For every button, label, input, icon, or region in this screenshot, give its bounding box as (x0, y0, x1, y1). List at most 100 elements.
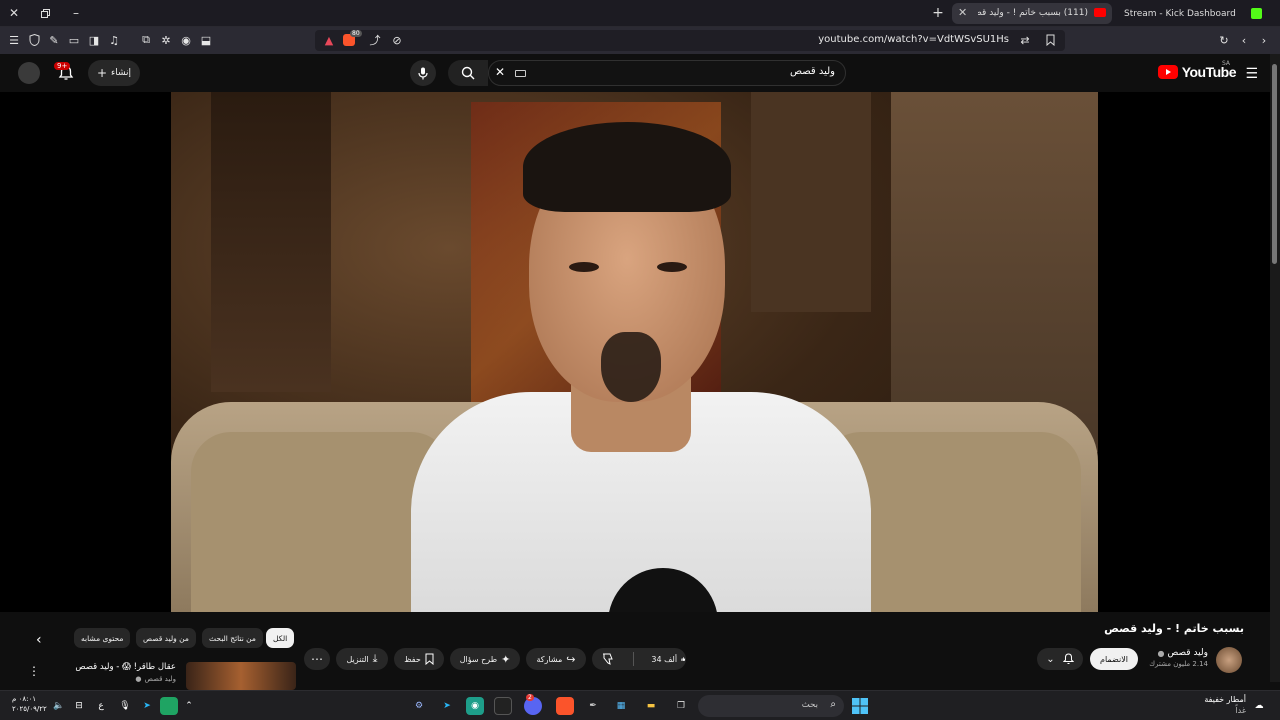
chip-all[interactable]: الكل (266, 628, 295, 648)
settings-icon[interactable]: ⚙ (410, 697, 428, 715)
like-icon[interactable] (681, 653, 686, 665)
more-options-icon[interactable]: ⋮ (28, 664, 40, 678)
extension-badge: 80 (350, 30, 362, 37)
minimize-window-icon[interactable]: – (66, 4, 86, 22)
no-translate-icon[interactable]: ⊘ (389, 32, 405, 48)
like-count[interactable]: 34 ألف (651, 655, 677, 664)
create-label: إنشاء (111, 68, 132, 78)
restore-window-icon[interactable] (35, 4, 55, 22)
weather-widget[interactable]: أمطار خفيفة غداً (1204, 694, 1246, 716)
telegram-tray-icon[interactable]: ➤ (138, 697, 156, 715)
sidebar-icon[interactable]: ◨ (86, 32, 102, 48)
subscription-bell-button[interactable]: ⌄ (1037, 648, 1083, 670)
url-text: youtube.com/watch?v=VdtWSvSU1Hs (818, 34, 1009, 45)
new-tab-button[interactable]: + (928, 4, 948, 22)
clear-search-icon[interactable]: ✕ (495, 65, 505, 79)
whatsapp-icon[interactable]: ◉ (466, 697, 484, 715)
ask-button[interactable]: طرح سؤال ✦ (450, 648, 520, 670)
close-window-icon[interactable]: ✕ (4, 4, 24, 22)
telegram-icon[interactable]: ➤ (438, 697, 456, 715)
youtube-logo[interactable]: YouTube (1157, 64, 1237, 80)
network-icon[interactable]: ⊟ (70, 697, 88, 715)
tune-icon[interactable]: ⇄ (1017, 32, 1033, 48)
pen-icon[interactable]: ✎ (46, 32, 62, 48)
back-icon[interactable]: ‹ (1236, 32, 1252, 48)
up-next-info[interactable]: عقال طاقر! 😱 - وليد قصص وليد قصص ● (75, 662, 176, 683)
address-bar[interactable]: ▲ 80 ⤴ ⊘ youtube.com/watch?v=VdtWSvSU1Hs… (315, 30, 1065, 51)
video-player[interactable] (0, 92, 1270, 612)
close-tab-icon[interactable]: ✕ (958, 6, 967, 19)
brave-rewards-icon[interactable]: ▲ (321, 32, 337, 48)
scrollbar-thumb[interactable] (1272, 64, 1277, 264)
chevron-left-icon[interactable]: ‹ (36, 632, 42, 648)
download-icon: ⤓ (372, 652, 378, 665)
discord-badge: 2 (526, 694, 534, 701)
music-icon[interactable]: ♫ (106, 32, 122, 48)
guide-menu-icon[interactable]: ☰ (1245, 66, 1258, 82)
rain-cloud-icon: ☁ (1254, 701, 1264, 711)
start-icon[interactable] (851, 697, 869, 715)
keyboard-icon[interactable] (515, 70, 526, 77)
mic-tray-icon[interactable]: 🎙 (116, 697, 134, 715)
tab-title: (111) بسبب خاتم ! - وليد قصص (978, 8, 1088, 18)
chip-search-results[interactable]: من نتائج البحث (202, 628, 263, 648)
tabs-icon[interactable]: ▭ (66, 32, 82, 48)
save-button[interactable]: حفظ (394, 648, 444, 670)
extensions-icon[interactable]: ✲ (158, 32, 174, 48)
taskbar-search[interactable]: ⌕ بحث (698, 695, 844, 717)
volume-icon[interactable]: 🔈 (50, 697, 68, 715)
page-scrollbar[interactable] (1270, 54, 1280, 682)
save-icon (425, 653, 434, 665)
up-next-thumbnail[interactable] (186, 662, 296, 690)
more-actions-button[interactable]: ⋯ (304, 648, 330, 670)
youtube-play-icon (1157, 65, 1178, 79)
join-button[interactable]: الانضمام (1090, 648, 1138, 670)
security-tray-icon[interactable] (160, 697, 178, 715)
search-input[interactable]: ✕ وليد قصص (488, 60, 846, 86)
channel-avatar[interactable] (1216, 647, 1242, 673)
file-explorer-icon[interactable]: ▬ (642, 697, 660, 715)
reload-icon[interactable]: ↻ (1216, 32, 1232, 48)
tab-kick-dashboard[interactable]: Stream - Kick Dashboard (1118, 3, 1268, 24)
store-icon[interactable]: ▦ (612, 697, 630, 715)
save-label: حفظ (404, 654, 421, 664)
cookie-icon[interactable]: ◉ (178, 32, 194, 48)
share-label: مشاركة (536, 654, 563, 664)
create-button[interactable]: + إنشاء (88, 60, 140, 86)
chip-channel[interactable]: من وليد قصص (136, 628, 196, 648)
youtube-favicon-icon (1094, 8, 1106, 17)
task-view-icon[interactable]: ❐ (672, 697, 690, 715)
forward-icon[interactable]: › (1256, 32, 1272, 48)
downloads-icon[interactable]: ⬓ (198, 32, 214, 48)
sparkle-icon: ✦ (501, 652, 511, 666)
dislike-icon[interactable] (602, 653, 615, 665)
tab-youtube[interactable]: ✕ (111) بسبب خاتم ! - وليد قصص (952, 3, 1112, 24)
browser-toolbar: ☰ ✎ ▭ ◨ ♫ ⧉ ✲ ◉ ⬓ ▲ 80 ⤴ ⊘ youtube.com/w… (0, 27, 1280, 54)
shield-icon[interactable] (26, 32, 42, 48)
up-next-channel: وليد قصص (144, 675, 176, 683)
avatar[interactable] (18, 62, 40, 84)
like-dislike-group: 34 ألف (592, 648, 686, 670)
share-page-icon[interactable]: ⤴ (367, 32, 383, 48)
screenshot-icon[interactable]: ⧉ (138, 32, 154, 48)
download-button[interactable]: التنزيل ⤓ (336, 648, 388, 670)
download-label: التنزيل (346, 654, 369, 664)
chevron-down-icon: ⌄ (1046, 653, 1055, 665)
pen-tool-icon[interactable]: ✒ (584, 697, 602, 715)
share-button[interactable]: مشاركة ↪ (526, 648, 586, 670)
voice-search-button[interactable] (410, 60, 436, 86)
search-button[interactable] (448, 60, 488, 86)
weather-sub: غداً (1235, 706, 1246, 715)
input-language[interactable]: ع (92, 697, 110, 715)
share-icon: ↪ (566, 652, 576, 666)
subscriber-count: 2.14 مليون مشترك (1149, 660, 1208, 668)
channel-name[interactable]: وليد قصص (1167, 648, 1208, 658)
tray-overflow-icon[interactable]: ⌃ (180, 697, 198, 715)
up-next-title: عقال طاقر! 😱 - وليد قصص (75, 662, 176, 672)
menu-icon[interactable]: ☰ (6, 32, 22, 48)
clock[interactable]: ٠٨:٠١ م ٢٠٢٥/٠٩/٢٢ (12, 694, 47, 714)
app-icon[interactable] (494, 697, 512, 715)
chip-related[interactable]: محتوى مشابه (74, 628, 131, 648)
bookmark-icon[interactable] (1042, 32, 1058, 48)
brave-icon[interactable] (556, 697, 574, 715)
